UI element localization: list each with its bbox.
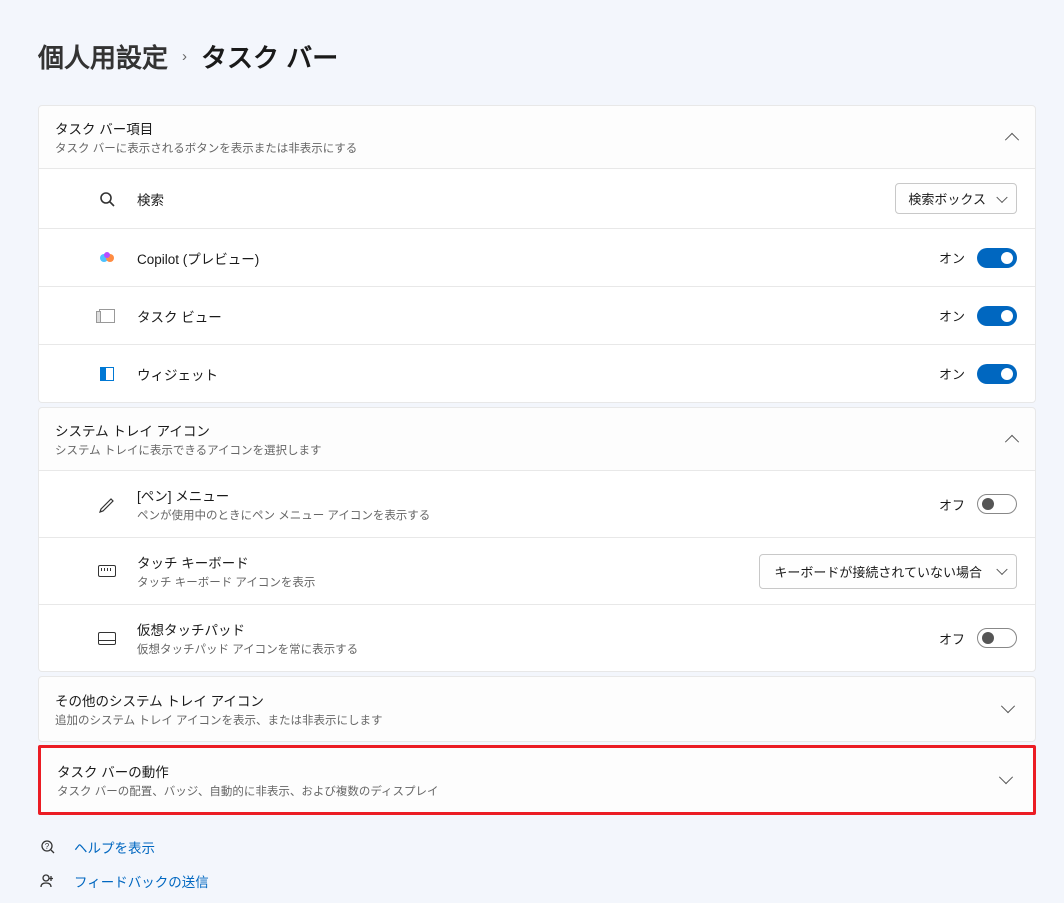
row-taskview: タスク ビュー オン xyxy=(38,287,1036,345)
row-label: タッチ キーボード xyxy=(137,552,315,572)
section-desc: タスク バーの配置、バッジ、自動的に非表示、および複数のディスプレイ xyxy=(57,783,439,799)
help-link-text: ヘルプを表示 xyxy=(74,837,155,857)
chevron-right-icon: › xyxy=(182,48,187,65)
row-pen-menu: [ペン] メニュー ペンが使用中のときにペン メニュー アイコンを表示する オフ xyxy=(38,471,1036,538)
section-header-other-tray[interactable]: その他のシステム トレイ アイコン 追加のシステム トレイ アイコンを表示、また… xyxy=(38,676,1036,742)
copilot-icon xyxy=(97,248,117,268)
chevron-up-icon xyxy=(1005,435,1019,449)
chevron-up-icon xyxy=(1005,133,1019,147)
section-title: タスク バー項目 xyxy=(55,118,357,138)
row-search: 検索 検索ボックス xyxy=(38,169,1036,229)
copilot-toggle[interactable] xyxy=(977,248,1017,268)
feedback-icon xyxy=(40,873,56,889)
keyboard-icon xyxy=(97,561,117,581)
toggle-state-label: オフ xyxy=(939,495,965,514)
section-desc: 追加のシステム トレイ アイコンを表示、または非表示にします xyxy=(55,712,382,728)
toggle-state-label: オン xyxy=(939,364,965,383)
row-desc: タッチ キーボード アイコンを表示 xyxy=(137,574,315,590)
feedback-link-text: フィードバックの送信 xyxy=(74,871,209,891)
section-title: システム トレイ アイコン xyxy=(55,420,322,440)
row-copilot: Copilot (プレビュー) オン xyxy=(38,229,1036,287)
chevron-down-icon xyxy=(999,770,1013,784)
row-label: ウィジェット xyxy=(137,364,218,384)
search-select[interactable]: 検索ボックス xyxy=(895,183,1017,214)
row-touch-keyboard: タッチ キーボード タッチ キーボード アイコンを表示 キーボードが接続されてい… xyxy=(38,538,1036,605)
search-icon xyxy=(97,189,117,209)
help-link[interactable]: ? ヘルプを表示 xyxy=(38,837,1064,857)
row-desc: ペンが使用中のときにペン メニュー アイコンを表示する xyxy=(137,507,430,523)
breadcrumb-root[interactable]: 個人用設定 xyxy=(38,38,168,75)
row-virtual-touchpad: 仮想タッチパッド 仮想タッチパッド アイコンを常に表示する オフ xyxy=(38,605,1036,672)
feedback-link[interactable]: フィードバックの送信 xyxy=(38,871,1064,891)
section-header-taskbar-items[interactable]: タスク バー項目 タスク バーに表示されるボタンを表示または非表示にする xyxy=(38,105,1036,169)
toggle-state-label: オフ xyxy=(939,629,965,648)
breadcrumb: 個人用設定 › タスク バー xyxy=(38,38,1064,75)
row-label: 検索 xyxy=(137,189,164,209)
section-desc: システム トレイに表示できるアイコンを選択します xyxy=(55,442,322,458)
toggle-state-label: オン xyxy=(939,306,965,325)
widgets-icon xyxy=(97,364,117,384)
row-label: タスク ビュー xyxy=(137,306,222,326)
row-label: Copilot (プレビュー) xyxy=(137,248,259,268)
touchpad-icon xyxy=(97,628,117,648)
touch-keyboard-select[interactable]: キーボードが接続されていない場合 xyxy=(759,554,1017,589)
pen-icon xyxy=(97,494,117,514)
pen-toggle[interactable] xyxy=(977,494,1017,514)
breadcrumb-current: タスク バー xyxy=(201,38,338,75)
section-header-tray-icons[interactable]: システム トレイ アイコン システム トレイに表示できるアイコンを選択します xyxy=(38,407,1036,471)
row-label: [ペン] メニュー xyxy=(137,485,430,505)
row-label: 仮想タッチパッド xyxy=(137,619,358,639)
section-title: その他のシステム トレイ アイコン xyxy=(55,690,382,710)
section-title: タスク バーの動作 xyxy=(57,761,439,781)
widgets-toggle[interactable] xyxy=(977,364,1017,384)
chevron-down-icon xyxy=(1001,699,1015,713)
section-header-taskbar-behavior[interactable]: タスク バーの動作 タスク バーの配置、バッジ、自動的に非表示、および複数のディ… xyxy=(38,745,1036,815)
taskview-icon xyxy=(97,306,117,326)
help-icon: ? xyxy=(40,839,56,855)
taskview-toggle[interactable] xyxy=(977,306,1017,326)
touchpad-toggle[interactable] xyxy=(977,628,1017,648)
row-widgets: ウィジェット オン xyxy=(38,345,1036,403)
row-desc: 仮想タッチパッド アイコンを常に表示する xyxy=(137,641,358,657)
section-desc: タスク バーに表示されるボタンを表示または非表示にする xyxy=(55,140,357,156)
toggle-state-label: オン xyxy=(939,248,965,267)
svg-text:?: ? xyxy=(45,842,50,851)
